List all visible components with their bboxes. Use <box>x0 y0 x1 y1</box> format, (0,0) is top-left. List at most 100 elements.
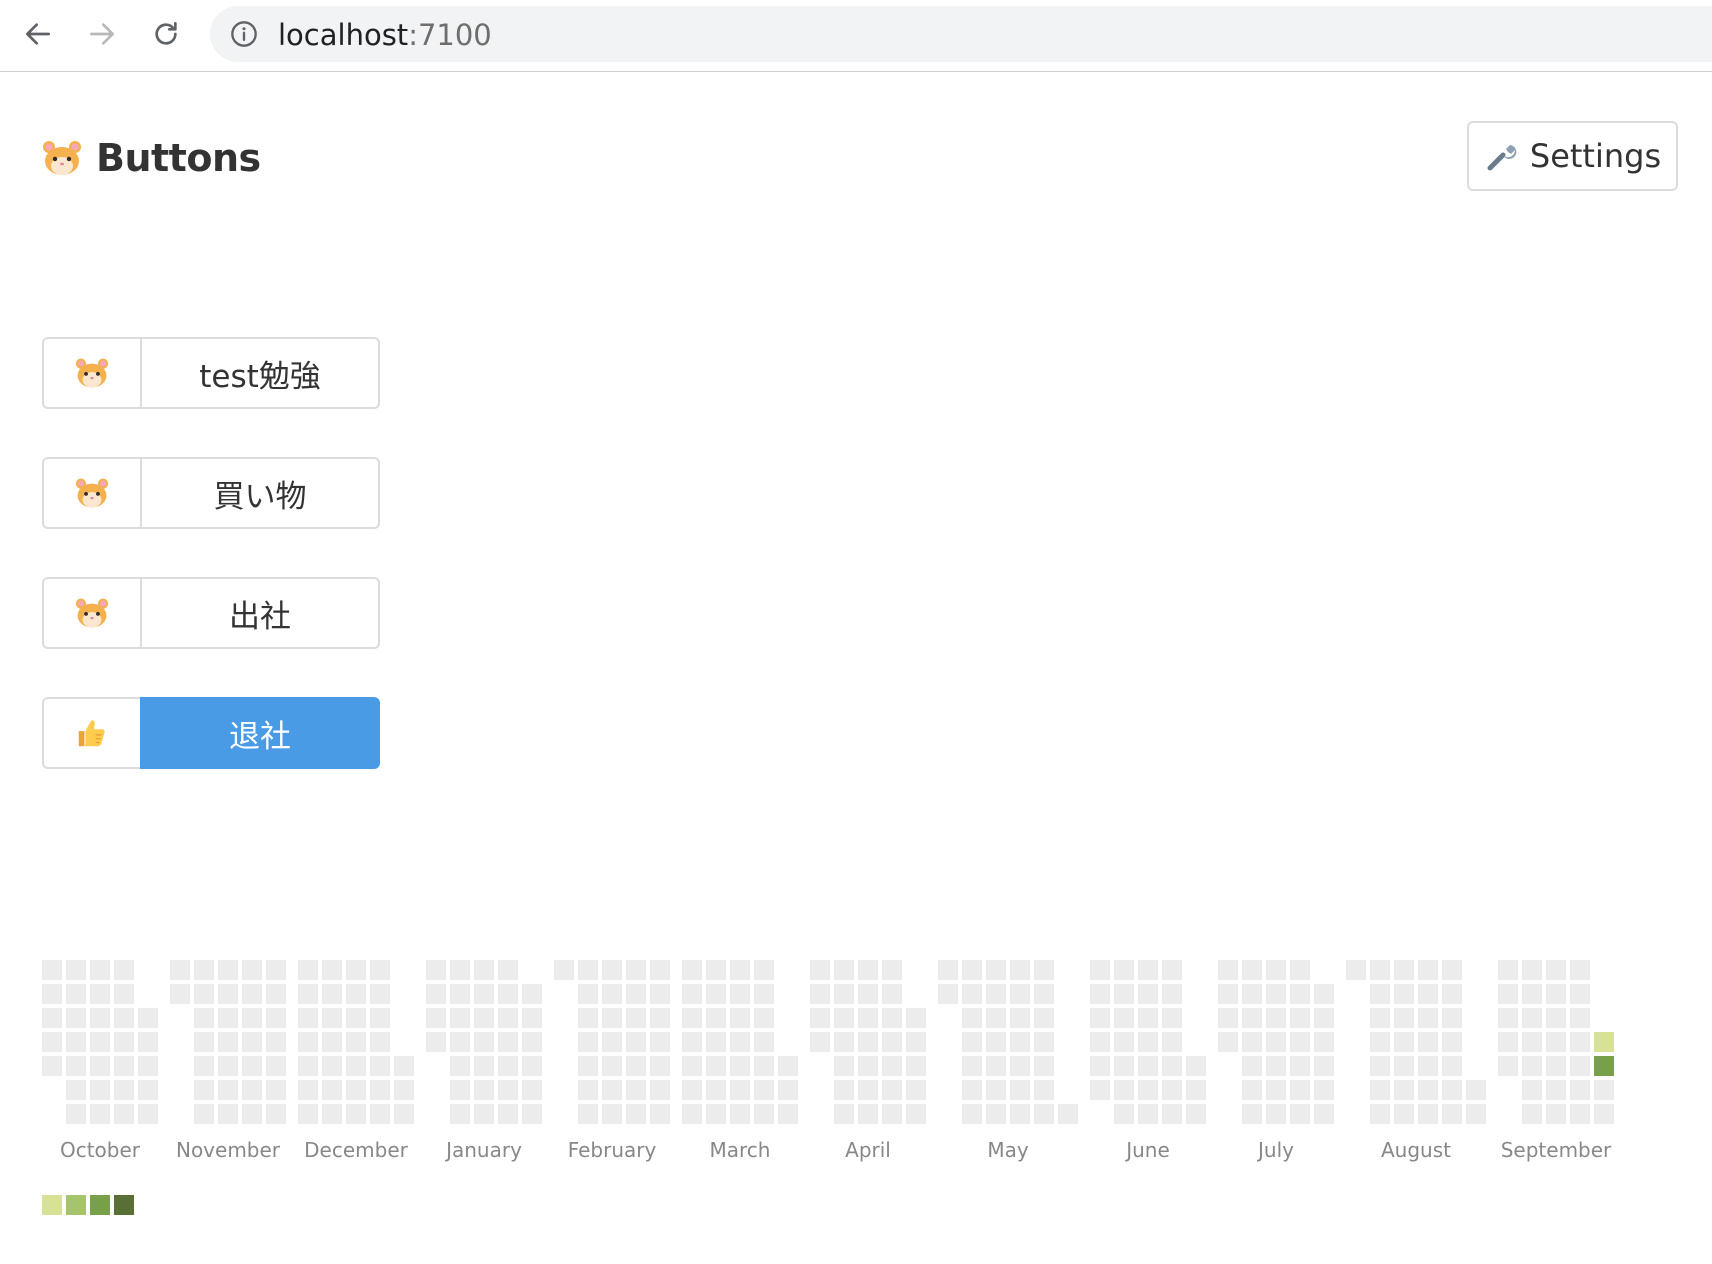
heatmap-month-label: October <box>59 1138 141 1162</box>
action-button-leave-office[interactable]: 退社 <box>42 697 380 769</box>
heatmap-day-cell <box>1314 984 1334 1004</box>
heatmap-day-cell <box>730 984 750 1004</box>
heatmap-day-cell <box>522 1056 542 1076</box>
heatmap-day-cell <box>1346 960 1366 980</box>
heatmap-day-cell <box>730 960 750 980</box>
heatmap-day-cell <box>1290 1008 1310 1028</box>
reload-button[interactable] <box>146 14 186 54</box>
heatmap-day-cell <box>1442 1104 1462 1124</box>
action-button-study[interactable]: test勉強 <box>42 337 380 409</box>
heatmap-day-cell <box>1114 1032 1134 1052</box>
heatmap-month-label: May <box>987 1138 1029 1162</box>
action-label[interactable]: 出社 <box>140 577 380 649</box>
heatmap-day-cell <box>754 1056 774 1076</box>
heatmap-day-cell <box>906 1104 926 1124</box>
heatmap-day-cell <box>1266 1080 1286 1100</box>
info-icon[interactable] <box>230 20 258 48</box>
heatmap-day-cell <box>1090 1080 1110 1100</box>
heatmap-day-cell <box>194 1104 214 1124</box>
heatmap-day-cell <box>1034 984 1054 1004</box>
heatmap-day-cell <box>706 1056 726 1076</box>
heatmap-day-cell <box>882 1032 902 1052</box>
heatmap-day-cell <box>650 984 670 1004</box>
heatmap-day-cell <box>218 1032 238 1052</box>
heatmap-day-cell <box>322 1008 342 1028</box>
heatmap-day-cell <box>1218 984 1238 1004</box>
action-icon-cell[interactable] <box>42 337 140 409</box>
heatmap-month-label: September <box>1500 1138 1612 1162</box>
heatmap-day-cell <box>266 984 286 1004</box>
heatmap-day-cell <box>1114 1080 1134 1100</box>
heatmap-day-cell <box>730 1056 750 1076</box>
heatmap-day-cell <box>138 1080 158 1100</box>
heatmap-day-cell <box>138 1032 158 1052</box>
heatmap-day-cell <box>1090 1008 1110 1028</box>
heatmap-day-cell <box>858 1032 878 1052</box>
action-label[interactable]: 退社 <box>140 697 380 769</box>
heatmap-day-cell <box>194 1080 214 1100</box>
heatmap-day-cell <box>1266 1056 1286 1076</box>
heatmap-day-cell <box>626 1056 646 1076</box>
action-icon-cell[interactable] <box>42 457 140 529</box>
heatmap-day-cell <box>1114 960 1134 980</box>
heatmap-month-label: November <box>175 1138 281 1162</box>
heatmap-day-cell <box>266 1056 286 1076</box>
legend-swatch-level-4 <box>114 1195 134 1215</box>
heatmap-day-cell <box>986 1080 1006 1100</box>
heatmap-day-cell <box>1442 1080 1462 1100</box>
heatmap-day-cell <box>1570 1008 1590 1028</box>
heatmap-day-cell <box>1498 1008 1518 1028</box>
heatmap-day-cell <box>1418 1104 1438 1124</box>
back-button[interactable] <box>18 14 58 54</box>
heatmap-day-cell <box>626 1008 646 1028</box>
action-icon-cell[interactable] <box>42 697 140 769</box>
heatmap-day-cell <box>1522 960 1542 980</box>
heatmap-day-cell <box>1442 984 1462 1004</box>
heatmap-day-cell <box>986 1104 1006 1124</box>
action-button-go-to-office[interactable]: 出社 <box>42 577 380 649</box>
heatmap-day-cell <box>474 1056 494 1076</box>
heatmap-day-cell <box>66 1104 86 1124</box>
heatmap-day-cell <box>754 1008 774 1028</box>
heatmap-day-cell <box>578 1080 598 1100</box>
heatmap-day-cell <box>194 1056 214 1076</box>
heatmap-day-cell <box>650 1032 670 1052</box>
heatmap-day-cell <box>1570 984 1590 1004</box>
forward-button[interactable] <box>82 14 122 54</box>
heatmap-day-cell <box>66 984 86 1004</box>
heatmap-day-cell <box>834 1008 854 1028</box>
heatmap-day-cell <box>986 960 1006 980</box>
heatmap-month-label: July <box>1258 1138 1294 1162</box>
url-text[interactable]: localhost:7100 <box>278 19 492 51</box>
heatmap-day-cell <box>66 1008 86 1028</box>
heatmap-day-cell <box>114 960 134 980</box>
heatmap-day-cell <box>706 1104 726 1124</box>
action-label[interactable]: test勉強 <box>140 337 380 409</box>
heatmap-day-cell <box>1570 1080 1590 1100</box>
address-bar[interactable]: localhost:7100 <box>210 6 1712 62</box>
heatmap-day-cell <box>218 1008 238 1028</box>
heatmap-day-cell <box>626 984 646 1004</box>
heatmap-day-cell <box>1466 1104 1486 1124</box>
heatmap-day-cell <box>194 960 214 980</box>
heatmap-day-cell <box>578 1056 598 1076</box>
heatmap-day-cell <box>522 984 542 1004</box>
action-button-shopping[interactable]: 買い物 <box>42 457 380 529</box>
heatmap-day-cell <box>1394 1104 1414 1124</box>
action-label[interactable]: 買い物 <box>140 457 380 529</box>
heatmap-day-cell <box>90 1008 110 1028</box>
heatmap-day-cell <box>1162 1080 1182 1100</box>
heatmap-day-cell <box>370 984 390 1004</box>
heatmap-day-cell <box>858 1008 878 1028</box>
settings-button[interactable]: Settings <box>1467 121 1678 191</box>
heatmap-day-cell <box>346 960 366 980</box>
heatmap-day-cell <box>370 960 390 980</box>
action-icon-cell[interactable] <box>42 577 140 649</box>
heatmap-day-cell <box>114 1104 134 1124</box>
heatmap-day-cell <box>370 1032 390 1052</box>
heatmap-day-cell <box>706 1032 726 1052</box>
heatmap-day-cell <box>578 1104 598 1124</box>
heatmap-day-cell <box>1162 984 1182 1004</box>
heatmap-day-cell <box>498 1056 518 1076</box>
heatmap-day-cell <box>1290 1104 1310 1124</box>
